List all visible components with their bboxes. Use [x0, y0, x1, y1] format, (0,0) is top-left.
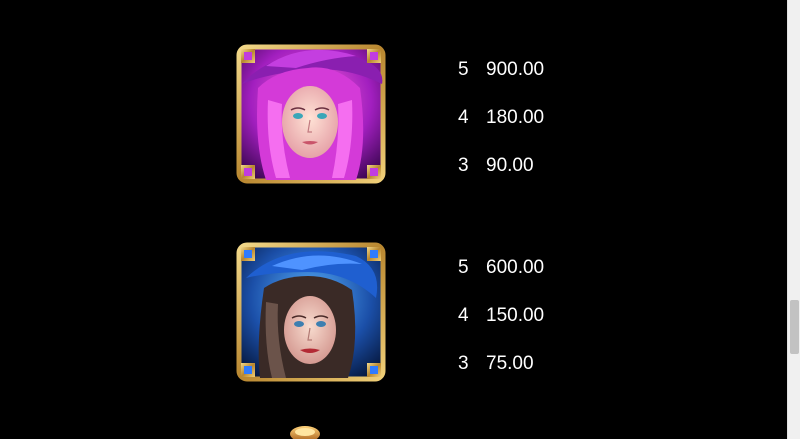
payout-row: 5 600.00 [458, 256, 598, 304]
paytable-screen: 5 900.00 4 180.00 3 90.00 5 600.00 4 150… [0, 0, 800, 439]
payout-row: 4 150.00 [458, 304, 598, 352]
payout-row: 3 90.00 [458, 154, 598, 202]
payout-amount: 150.00 [486, 305, 545, 326]
paytable-blue-witch: 5 600.00 4 150.00 3 75.00 [458, 256, 598, 400]
blue-witch-symbol-icon [236, 242, 386, 382]
paytable-purple-witch: 5 900.00 4 180.00 3 90.00 [458, 58, 598, 202]
match-count: 4 [458, 305, 469, 326]
match-count: 5 [458, 257, 469, 278]
match-count: 3 [458, 353, 469, 374]
purple-witch-symbol-icon [236, 44, 386, 184]
payout-amount: 180.00 [486, 107, 545, 128]
payout-row: 5 900.00 [458, 58, 598, 106]
golden-cauldron-symbol-icon [250, 418, 370, 439]
payout-amount: 900.00 [486, 59, 545, 80]
vertical-scrollbar[interactable] [787, 0, 800, 439]
match-count: 3 [458, 155, 469, 176]
match-count: 4 [458, 107, 469, 128]
payout-row: 4 180.00 [458, 106, 598, 154]
payout-amount: 75.00 [486, 353, 534, 374]
payout-amount: 600.00 [486, 257, 545, 278]
match-count: 5 [458, 59, 469, 80]
payout-amount: 90.00 [486, 155, 534, 176]
scrollbar-thumb[interactable] [790, 300, 799, 354]
payout-row: 3 75.00 [458, 352, 598, 400]
